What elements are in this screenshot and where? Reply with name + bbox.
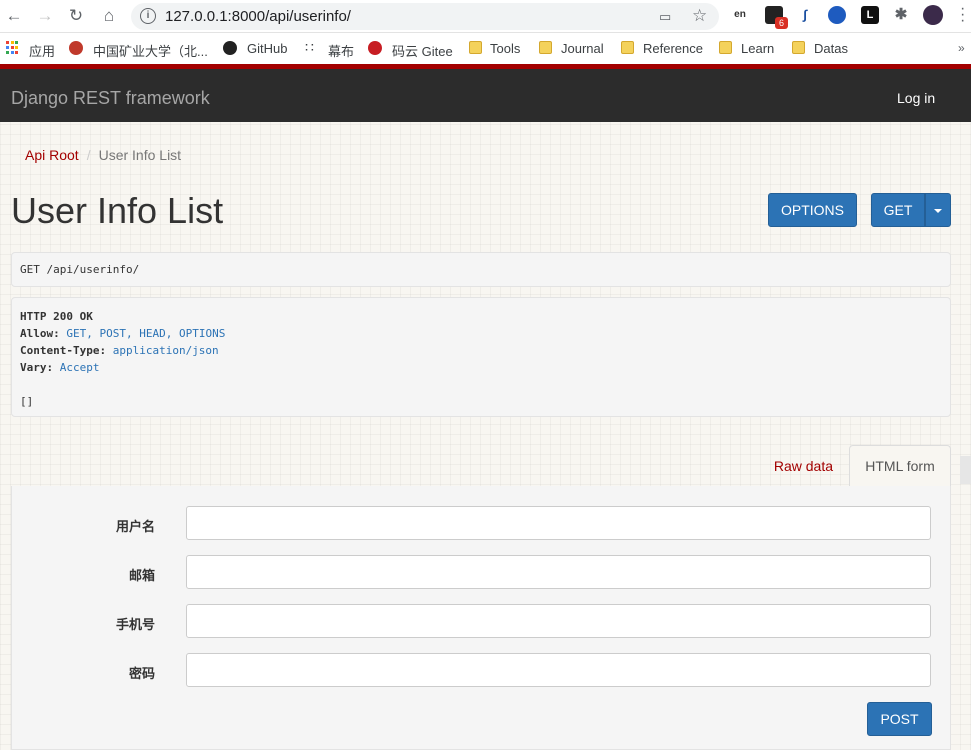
content-type-key: Content-Type: bbox=[20, 344, 107, 357]
reload-icon[interactable]: ↻ bbox=[65, 5, 87, 27]
bookmark-journal[interactable]: Journal bbox=[561, 41, 604, 56]
github-icon bbox=[223, 41, 237, 55]
tab-raw-data[interactable]: Raw data bbox=[774, 458, 833, 474]
username-label: 用户名 bbox=[115, 519, 155, 534]
allow-header-value: GET, POST, HEAD, OPTIONS bbox=[66, 327, 226, 340]
profile-avatar[interactable] bbox=[923, 5, 943, 25]
bookmark-reference[interactable]: Reference bbox=[643, 41, 703, 56]
scrollbar-thumb[interactable] bbox=[960, 456, 971, 484]
bookmark-apps[interactable]: 应用 bbox=[29, 41, 55, 60]
email-label: 邮箱 bbox=[128, 568, 155, 583]
browser-toolbar: ← → ↻ ⌂ i 127.0.0.1:8000/api/userinfo/ ▭… bbox=[0, 0, 971, 33]
request-line: GET /api/userinfo/ bbox=[20, 263, 140, 276]
page-title: User Info List bbox=[11, 190, 224, 231]
phone-label: 手机号 bbox=[115, 617, 155, 632]
breadcrumb-separator: / bbox=[86, 147, 91, 163]
menu-kebab-icon[interactable]: · · · bbox=[960, 1, 965, 29]
apps-grid-icon[interactable] bbox=[6, 41, 20, 55]
site-info-icon[interactable]: i bbox=[140, 8, 156, 24]
folder-icon bbox=[469, 41, 482, 54]
tab-html-form[interactable]: HTML form bbox=[849, 445, 951, 487]
bookmark-university[interactable]: 中国矿业大学（北... bbox=[93, 41, 208, 60]
email-input[interactable] bbox=[186, 555, 931, 589]
bookmark-mubu[interactable]: 幕布 bbox=[328, 41, 354, 60]
response-info: HTTP 200 OK Allow: GET, POST, HEAD, OPTI… bbox=[11, 297, 951, 417]
get-format-dropdown[interactable] bbox=[925, 193, 951, 227]
gitee-icon bbox=[368, 41, 382, 55]
leetcode-extension-icon[interactable]: L bbox=[861, 6, 879, 24]
navbar: Django REST framework Log in bbox=[0, 64, 971, 122]
username-input[interactable] bbox=[186, 506, 931, 540]
translate-extension-icon[interactable]: en bbox=[731, 6, 749, 24]
more-bookmarks-icon[interactable]: » bbox=[958, 41, 965, 55]
brand-title[interactable]: Django REST framework bbox=[11, 88, 210, 109]
bookmark-datas[interactable]: Datas bbox=[814, 41, 848, 56]
options-button[interactable]: OPTIONS bbox=[768, 193, 857, 227]
extension-badge: 6 bbox=[775, 17, 788, 29]
bookmark-github[interactable]: GitHub bbox=[247, 41, 287, 56]
vary-value: Accept bbox=[59, 361, 100, 374]
folder-icon bbox=[719, 41, 732, 54]
password-label: 密码 bbox=[128, 666, 155, 681]
get-button[interactable]: GET bbox=[871, 193, 925, 227]
caret-down-icon bbox=[934, 209, 942, 214]
html-form: 用户名 邮箱 手机号 密码 POST bbox=[11, 486, 951, 750]
puzzle-extensions-icon[interactable]: ✱ bbox=[892, 6, 910, 24]
folder-icon bbox=[621, 41, 634, 54]
response-body: [] bbox=[20, 395, 34, 408]
phone-input[interactable] bbox=[186, 604, 931, 638]
dictionary-extension-icon[interactable]: ∫ bbox=[796, 6, 814, 24]
form-tabs: Raw data HTML form bbox=[11, 445, 951, 487]
mubu-icon: ∷ bbox=[305, 39, 314, 55]
password-input[interactable] bbox=[186, 653, 931, 687]
home-icon[interactable]: ⌂ bbox=[98, 5, 120, 27]
content-type-value: application/json bbox=[112, 344, 219, 357]
breadcrumb: Api Root / User Info List bbox=[25, 147, 181, 163]
request-info: GET /api/userinfo/ bbox=[11, 252, 951, 287]
bookmark-star-icon[interactable]: ☆ bbox=[692, 6, 707, 26]
university-logo-icon bbox=[69, 41, 83, 55]
folder-icon bbox=[539, 41, 552, 54]
page: Django REST framework Log in Api Root / Us… bbox=[0, 64, 971, 750]
forward-icon[interactable]: → bbox=[34, 5, 56, 27]
bookmark-gitee[interactable]: 码云 Gitee bbox=[392, 41, 453, 60]
address-bar[interactable]: i 127.0.0.1:8000/api/userinfo/ ▭ ☆ bbox=[131, 3, 719, 30]
folder-icon bbox=[792, 41, 805, 54]
allow-header-key: Allow: bbox=[20, 327, 60, 340]
bookmark-tools[interactable]: Tools bbox=[490, 41, 520, 56]
browser-extension-icon[interactable] bbox=[828, 6, 846, 24]
post-button[interactable]: POST bbox=[867, 702, 932, 736]
url-text[interactable]: 127.0.0.1:8000/api/userinfo/ bbox=[165, 8, 351, 25]
bookmark-learn[interactable]: Learn bbox=[741, 41, 774, 56]
breadcrumb-api-root[interactable]: Api Root bbox=[25, 147, 79, 163]
breadcrumb-current: User Info List bbox=[98, 147, 182, 163]
back-icon[interactable]: ← bbox=[3, 5, 25, 27]
cast-icon[interactable]: ▭ bbox=[659, 9, 671, 25]
login-link[interactable]: Log in bbox=[897, 90, 935, 106]
vary-key: Vary: bbox=[20, 361, 54, 374]
response-status: HTTP 200 OK bbox=[20, 310, 93, 323]
bookmarks-bar: 应用 中国矿业大学（北... GitHub ∷ 幕布 码云 Gitee Tool… bbox=[0, 33, 971, 64]
